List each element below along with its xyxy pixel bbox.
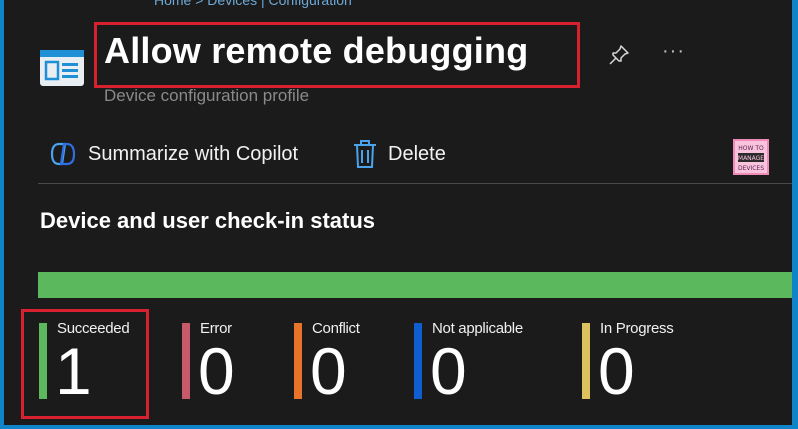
copilot-icon xyxy=(50,142,76,166)
delete-button[interactable]: Delete xyxy=(352,138,446,170)
copilot-button-label: Summarize with Copilot xyxy=(88,142,299,165)
toolbar-divider xyxy=(38,183,792,184)
conflict-count: 0 xyxy=(310,334,347,408)
conflict-color-stripe xyxy=(294,323,302,399)
error-color-stripe xyxy=(182,323,190,399)
not-applicable-color-stripe xyxy=(414,323,422,399)
error-count: 0 xyxy=(198,334,235,408)
svg-text:DEVICES: DEVICES xyxy=(738,165,764,172)
app-window: Home > Devices | Configuration Allow rem… xyxy=(4,0,792,425)
page-title: Allow remote debugging xyxy=(104,30,529,71)
page-subtitle: Device configuration profile xyxy=(104,86,310,105)
succeeded-highlight-box xyxy=(21,309,149,419)
section-heading: Device and user check-in status xyxy=(40,208,376,233)
delete-button-label: Delete xyxy=(388,142,446,165)
svg-text:HOW TO: HOW TO xyxy=(738,145,764,152)
breadcrumb[interactable]: Home > Devices | Configuration xyxy=(154,0,352,8)
in-progress-count: 0 xyxy=(598,334,635,408)
more-icon[interactable]: ··· xyxy=(662,40,685,63)
profile-icon xyxy=(40,50,84,86)
in-progress-color-stripe xyxy=(582,323,590,399)
status-progress-bar xyxy=(38,272,792,298)
not-applicable-count: 0 xyxy=(430,334,467,408)
svg-text:MANAGE: MANAGE xyxy=(738,155,764,162)
summarize-with-copilot-button[interactable]: Summarize with Copilot xyxy=(48,138,298,170)
how-to-manage-devices-logo: HOW TO MANAGE DEVICES xyxy=(733,139,769,175)
trash-icon xyxy=(354,140,376,168)
pin-icon[interactable] xyxy=(608,44,630,66)
